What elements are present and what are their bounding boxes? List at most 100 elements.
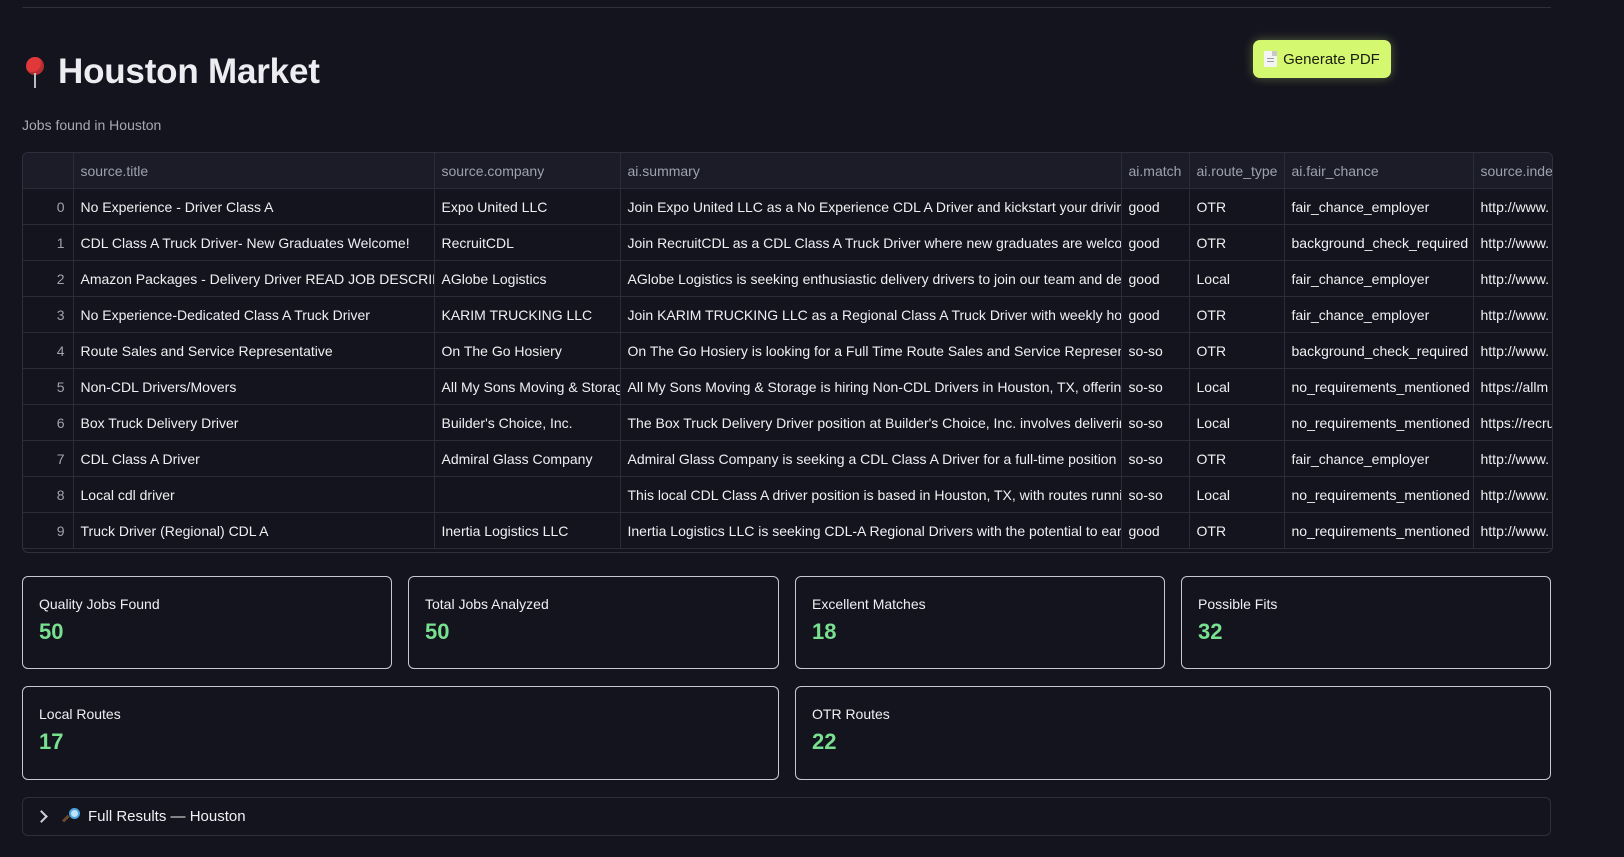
cell-fair-chance[interactable]: no_requirements_mentioned xyxy=(1284,476,1474,513)
cell-route-type[interactable]: OTR xyxy=(1189,224,1285,261)
cell-url[interactable]: http://www. xyxy=(1473,224,1552,261)
cell-route-type[interactable]: OTR xyxy=(1189,296,1285,333)
cell-route-type[interactable]: OTR xyxy=(1189,440,1285,477)
table-row[interactable]: 4 Route Sales and Service Representative O… xyxy=(23,332,1552,369)
cell-match[interactable]: so-so xyxy=(1121,404,1190,441)
cell-fair-chance[interactable]: fair_chance_employer xyxy=(1284,440,1474,477)
cell-summary[interactable]: The Box Truck Delivery Driver position a… xyxy=(620,404,1122,441)
column-header[interactable]: source.inde xyxy=(1473,153,1552,189)
cell-company[interactable]: All My Sons Moving & Storage xyxy=(434,368,621,405)
cell-company[interactable]: Builder's Choice, Inc. xyxy=(434,404,621,441)
cell-title[interactable]: Truck Driver (Regional) CDL A xyxy=(73,512,435,549)
row-index[interactable]: 6 xyxy=(23,404,74,441)
cell-route-type[interactable]: Local xyxy=(1189,368,1285,405)
cell-url[interactable]: http://www. xyxy=(1473,260,1552,297)
cell-route-type[interactable]: OTR xyxy=(1189,512,1285,549)
table-row[interactable]: 0 No Experience - Driver Class A Expo Unit… xyxy=(23,188,1552,225)
cell-summary[interactable]: Join RecruitCDL as a CDL Class A Truck D… xyxy=(620,224,1122,261)
cell-match[interactable]: so-so xyxy=(1121,332,1190,369)
cell-summary[interactable]: All My Sons Moving & Storage is hiring N… xyxy=(620,368,1122,405)
table-row[interactable]: 3 No Experience-Dedicated Class A Truck D… xyxy=(23,296,1552,333)
cell-match[interactable]: so-so xyxy=(1121,476,1190,513)
cell-company[interactable]: On The Go Hosiery xyxy=(434,332,621,369)
cell-route-type[interactable]: Local xyxy=(1189,404,1285,441)
cell-match[interactable]: good xyxy=(1121,296,1190,333)
cell-url[interactable]: http://www. xyxy=(1473,476,1552,513)
full-results-expander[interactable]: Full Results — Houston xyxy=(22,797,1551,836)
cell-title[interactable]: Non-CDL Drivers/Movers xyxy=(73,368,435,405)
cell-title[interactable]: No Experience - Driver Class A xyxy=(73,188,435,225)
cell-fair-chance[interactable]: fair_chance_employer xyxy=(1284,260,1474,297)
table-row[interactable]: 8 Local cdl driver This local CDL Class A … xyxy=(23,476,1552,513)
row-index[interactable]: 2 xyxy=(23,260,74,297)
table-row[interactable]: 9 Truck Driver (Regional) CDL A Inertia Lo… xyxy=(23,512,1552,549)
row-index[interactable]: 7 xyxy=(23,440,74,477)
cell-summary[interactable]: Join KARIM TRUCKING LLC as a Regional Cl… xyxy=(620,296,1122,333)
cell-summary[interactable]: Admiral Glass Company is seeking a CDL C… xyxy=(620,440,1122,477)
column-header[interactable]: source.title xyxy=(73,153,435,189)
cell-company[interactable]: Inertia Logistics LLC xyxy=(434,512,621,549)
cell-title[interactable]: CDL Class A Truck Driver- New Graduates … xyxy=(73,224,435,261)
table-row[interactable]: 5 Non-CDL Drivers/Movers All My Sons Movin… xyxy=(23,368,1552,405)
cell-url[interactable]: http://www. xyxy=(1473,332,1552,369)
cell-match[interactable]: so-so xyxy=(1121,440,1190,477)
row-index[interactable]: 8 xyxy=(23,476,74,513)
row-index[interactable]: 3 xyxy=(23,296,74,333)
cell-company[interactable]: KARIM TRUCKING LLC xyxy=(434,296,621,333)
cell-url[interactable]: https://recru xyxy=(1473,404,1552,441)
cell-match[interactable]: good xyxy=(1121,260,1190,297)
row-index[interactable]: 4 xyxy=(23,332,74,369)
cell-url[interactable]: http://www. xyxy=(1473,440,1552,477)
row-index[interactable]: 0 xyxy=(23,188,74,225)
column-header[interactable]: source.company xyxy=(434,153,621,189)
cell-match[interactable]: so-so xyxy=(1121,368,1190,405)
cell-route-type[interactable]: OTR xyxy=(1189,332,1285,369)
table-row[interactable]: 1 CDL Class A Truck Driver- New Graduates… xyxy=(23,224,1552,261)
cell-url[interactable]: https://allm xyxy=(1473,368,1552,405)
jobs-dataframe[interactable]: source.title source.company ai.summary a… xyxy=(22,152,1553,553)
cell-company[interactable]: Expo United LLC xyxy=(434,188,621,225)
cell-url[interactable]: http://www. xyxy=(1473,296,1552,333)
cell-summary[interactable]: AGlobe Logistics is seeking enthusiastic… xyxy=(620,260,1122,297)
cell-route-type[interactable]: OTR xyxy=(1189,188,1285,225)
cell-match[interactable]: good xyxy=(1121,224,1190,261)
cell-fair-chance[interactable]: fair_chance_employer xyxy=(1284,188,1474,225)
cell-summary[interactable]: Join Expo United LLC as a No Experience … xyxy=(620,188,1122,225)
cell-title[interactable]: Box Truck Delivery Driver xyxy=(73,404,435,441)
cell-url[interactable]: http://www. xyxy=(1473,512,1552,549)
cell-fair-chance[interactable]: no_requirements_mentioned xyxy=(1284,404,1474,441)
table-row[interactable]: 2 Amazon Packages - Delivery Driver READ … xyxy=(23,260,1552,297)
generate-pdf-button[interactable]: Generate PDF xyxy=(1253,40,1391,78)
table-row[interactable]: 7 CDL Class A Driver Admiral Glass Company… xyxy=(23,440,1552,477)
cell-match[interactable]: good xyxy=(1121,512,1190,549)
cell-fair-chance[interactable]: no_requirements_mentioned xyxy=(1284,512,1474,549)
row-index[interactable]: 9 xyxy=(23,512,74,549)
cell-title[interactable]: Amazon Packages - Delivery Driver READ J… xyxy=(73,260,435,297)
cell-route-type[interactable]: Local xyxy=(1189,476,1285,513)
cell-fair-chance[interactable]: background_check_required xyxy=(1284,224,1474,261)
cell-fair-chance[interactable]: no_requirements_mentioned xyxy=(1284,368,1474,405)
cell-fair-chance[interactable]: background_check_required xyxy=(1284,332,1474,369)
row-index[interactable]: 5 xyxy=(23,368,74,405)
cell-title[interactable]: CDL Class A Driver xyxy=(73,440,435,477)
cell-match[interactable]: good xyxy=(1121,188,1190,225)
cell-summary[interactable]: On The Go Hosiery is looking for a Full … xyxy=(620,332,1122,369)
column-header[interactable]: ai.fair_chance xyxy=(1284,153,1474,189)
cell-summary[interactable]: Inertia Logistics LLC is seeking CDL-A R… xyxy=(620,512,1122,549)
cell-title[interactable]: Route Sales and Service Representative xyxy=(73,332,435,369)
cell-company[interactable]: AGlobe Logistics xyxy=(434,260,621,297)
cell-title[interactable]: No Experience-Dedicated Class A Truck Dr… xyxy=(73,296,435,333)
cell-summary[interactable]: This local CDL Class A driver position i… xyxy=(620,476,1122,513)
cell-company[interactable]: RecruitCDL xyxy=(434,224,621,261)
column-header[interactable]: ai.match xyxy=(1121,153,1190,189)
cell-route-type[interactable]: Local xyxy=(1189,260,1285,297)
cell-company[interactable] xyxy=(434,476,621,513)
cell-fair-chance[interactable]: fair_chance_employer xyxy=(1284,296,1474,333)
column-header[interactable]: ai.summary xyxy=(620,153,1122,189)
cell-title[interactable]: Local cdl driver xyxy=(73,476,435,513)
column-header[interactable]: ai.route_type xyxy=(1189,153,1285,189)
cell-url[interactable]: http://www. xyxy=(1473,188,1552,225)
row-index[interactable]: 1 xyxy=(23,224,74,261)
table-row[interactable]: 6 Box Truck Delivery Driver Builder's Choi… xyxy=(23,404,1552,441)
cell-company[interactable]: Admiral Glass Company xyxy=(434,440,621,477)
